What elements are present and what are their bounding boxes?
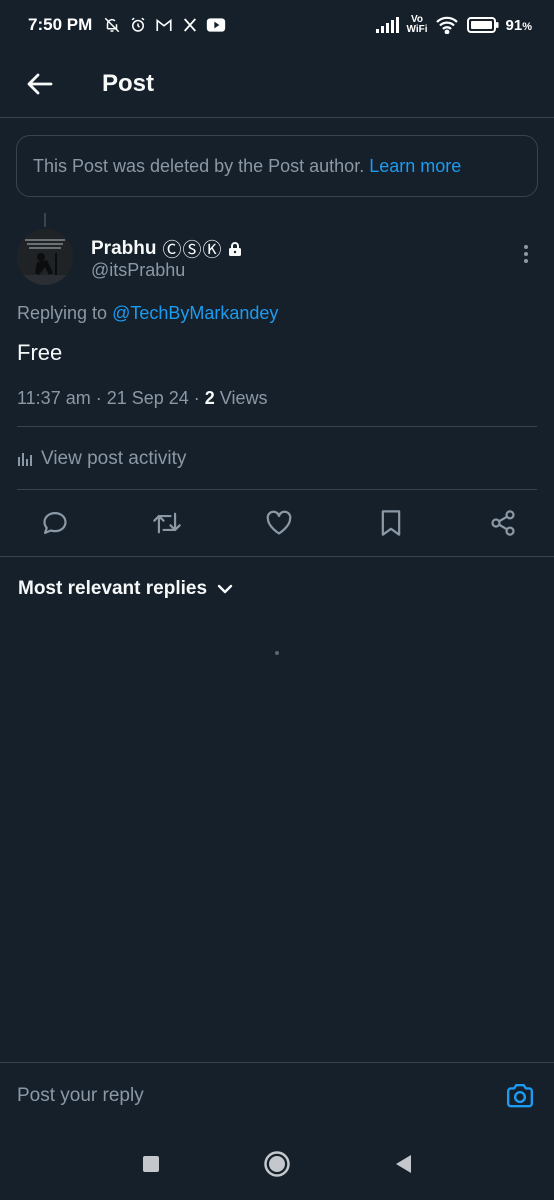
status-bar: 7:50 PM Vo WiFi 91%: [0, 0, 554, 50]
mute-bell-icon: [102, 15, 122, 35]
loading-indicator: [275, 651, 279, 655]
views-label: Views: [214, 388, 268, 408]
bookmark-button[interactable]: [376, 508, 406, 538]
page-title: Post: [102, 69, 155, 97]
view-post-activity-button[interactable]: View post activity: [17, 443, 186, 475]
battery-percent: 91: [505, 16, 523, 34]
camera-icon: [506, 1083, 534, 1107]
gmail-icon: [154, 15, 174, 35]
vowifi-bottom: WiFi: [406, 24, 428, 35]
views-count: 2: [204, 388, 215, 408]
replying-to-prefix: Replying to: [17, 303, 108, 323]
status-bar-right: Vo WiFi 91%: [375, 15, 532, 35]
post-action-bar: [0, 490, 554, 557]
reply-sort-label: Most relevant replies: [18, 578, 208, 599]
thread-connector-line: [44, 213, 46, 227]
arrow-left-icon: [27, 73, 53, 94]
avatar-image: [17, 229, 73, 285]
back-nav-button[interactable]: [385, 1146, 421, 1182]
reply-icon: [43, 511, 67, 535]
share-button[interactable]: [488, 508, 518, 538]
like-button[interactable]: [264, 508, 294, 538]
deleted-post-text: This Post was deleted by the Post author…: [33, 155, 365, 176]
top-app-bar: Post: [0, 50, 554, 118]
home-circle-icon: [264, 1151, 290, 1177]
wifi-icon: [434, 15, 460, 35]
replying-to-line: Replying to @TechByMarkandey: [17, 303, 278, 324]
status-time: 7:50 PM: [28, 15, 93, 34]
battery-icon: [466, 15, 500, 35]
post-body: Free: [17, 340, 63, 365]
author-name: Prabhu: [91, 237, 157, 259]
square-icon: [143, 1156, 159, 1172]
reply-sort-dropdown[interactable]: Most relevant replies: [18, 578, 233, 600]
post-timestamp: 11:37 am · 21 Sep 24 ·: [17, 388, 205, 408]
vowifi-indicator: Vo WiFi: [407, 15, 428, 35]
status-bar-left: 7:50 PM: [28, 15, 226, 35]
reply-composer: [0, 1062, 554, 1128]
author-badges: ⒸⓈⓀ: [162, 240, 223, 261]
share-icon: [491, 510, 515, 536]
alarm-icon: [128, 15, 148, 35]
reply-input[interactable]: [17, 1084, 457, 1107]
post-screen: 7:50 PM Vo WiFi 91% Post This Post was d…: [0, 0, 554, 1200]
avatar[interactable]: [17, 229, 73, 285]
analytics-icon: [18, 453, 32, 466]
author-name-row[interactable]: Prabhu ⒸⓈⓀ: [91, 235, 242, 262]
heart-icon: [266, 510, 292, 535]
x-app-icon: [180, 15, 200, 35]
more-vertical-icon: [524, 245, 528, 263]
camera-button[interactable]: [504, 1080, 536, 1112]
home-button[interactable]: [259, 1146, 295, 1182]
view-post-activity-label: View post activity: [41, 448, 187, 469]
post-meta: 11:37 am · 21 Sep 24 · 2 Views: [17, 388, 268, 409]
battery-unit: %: [522, 20, 532, 33]
bookmark-icon: [381, 510, 401, 536]
recents-button[interactable]: [133, 1146, 169, 1182]
youtube-icon: [206, 15, 226, 35]
replying-to-mention[interactable]: @TechByMarkandey: [112, 303, 278, 323]
reply-button[interactable]: [40, 508, 70, 538]
deleted-post-notice: This Post was deleted by the Post author…: [16, 135, 538, 197]
repost-button[interactable]: [152, 508, 182, 538]
chevron-down-icon: [217, 584, 233, 594]
system-navigation-bar: [0, 1128, 554, 1200]
back-button[interactable]: [0, 50, 80, 118]
divider: [17, 426, 537, 427]
author-handle[interactable]: @itsPrabhu: [91, 260, 185, 281]
back-triangle-icon: [396, 1155, 411, 1173]
battery-level: 91%: [506, 17, 532, 34]
signal-icon: [375, 15, 401, 35]
repost-icon: [153, 512, 181, 534]
learn-more-link[interactable]: Learn more: [369, 156, 461, 177]
lock-icon: [229, 241, 242, 256]
more-options-button[interactable]: [512, 240, 540, 268]
